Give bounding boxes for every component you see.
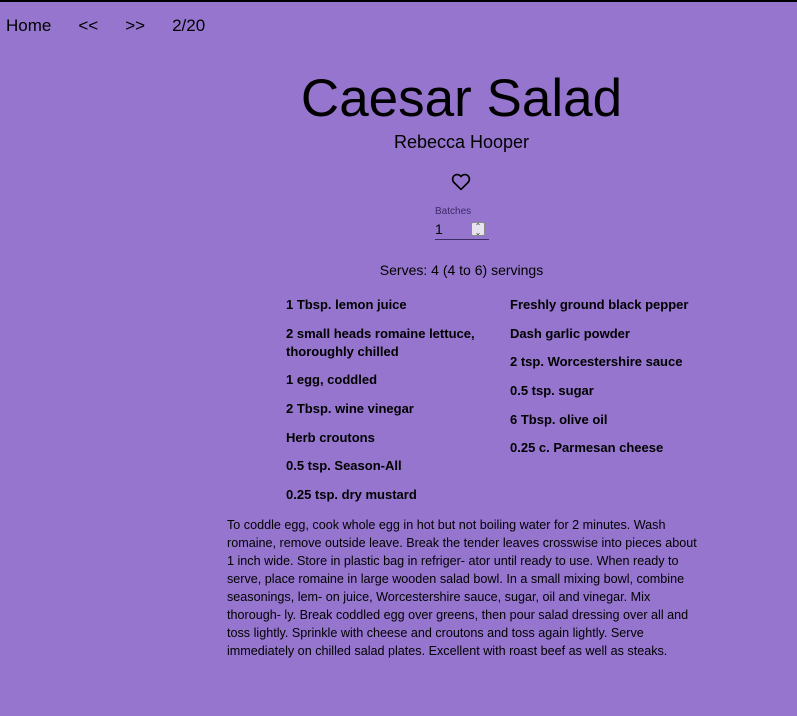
ingredient-item: 1 Tbsp. lemon juice xyxy=(286,297,407,312)
ingredient-item: 2 tsp. Worcestershire sauce xyxy=(510,354,683,370)
ingredients-column-right: Freshly ground black pepper Dash garlic … xyxy=(510,296,710,515)
ingredients-list: 1 Tbsp. lemon juice 2 small heads romain… xyxy=(286,296,710,515)
recipe-title: Caesar Salad xyxy=(300,69,623,128)
servings-text: Serves: 4 (4 to 6) servings xyxy=(379,262,544,278)
recipe-author: Rebecca Hooper xyxy=(393,132,530,152)
ingredient-item: 1 egg, coddled xyxy=(286,372,378,388)
ingredient-item: 0.25 tsp. dry mustard xyxy=(286,487,417,503)
stepper-down-icon[interactable]: ⌄ xyxy=(472,229,484,237)
previous-recipe-link[interactable]: << xyxy=(78,16,98,36)
next-recipe-link[interactable]: >> xyxy=(125,16,145,36)
ingredient-item: Dash garlic powder xyxy=(510,325,630,341)
ingredient-item: 2 small heads romaine lettuce, thoroughl… xyxy=(286,325,475,359)
ingredient-item: 0.5 tsp. sugar xyxy=(510,383,594,399)
ingredient-item: Herb croutons xyxy=(286,429,375,445)
ingredient-item: 0.5 tsp. Season-All xyxy=(286,458,402,474)
batches-field: ⌃ ⌄ xyxy=(435,219,489,240)
batches-label: Batches xyxy=(435,206,472,217)
ingredient-item: 2 Tbsp. wine vinegar xyxy=(286,401,414,417)
page-counter: 2/20 xyxy=(172,16,206,35)
batches-field-group: Batches ⌃ ⌄ xyxy=(435,206,489,240)
ingredients-column-left: 1 Tbsp. lemon juice 2 small heads romain… xyxy=(286,296,486,515)
ingredient-item: Freshly ground black pepper xyxy=(510,297,689,312)
home-link[interactable]: Home xyxy=(6,16,51,36)
batches-stepper[interactable]: ⌃ ⌄ xyxy=(471,222,485,237)
batches-input[interactable] xyxy=(435,221,471,237)
top-navigation: Home << >> 2/20 xyxy=(6,16,205,36)
heart-outline-icon[interactable] xyxy=(451,172,471,191)
ingredient-item: 6 Tbsp. olive oil xyxy=(510,411,608,427)
ingredient-item: 0.25 c. Parmesan cheese xyxy=(510,440,664,456)
recipe-directions: To coddle egg, cook whole egg in hot but… xyxy=(227,518,697,658)
